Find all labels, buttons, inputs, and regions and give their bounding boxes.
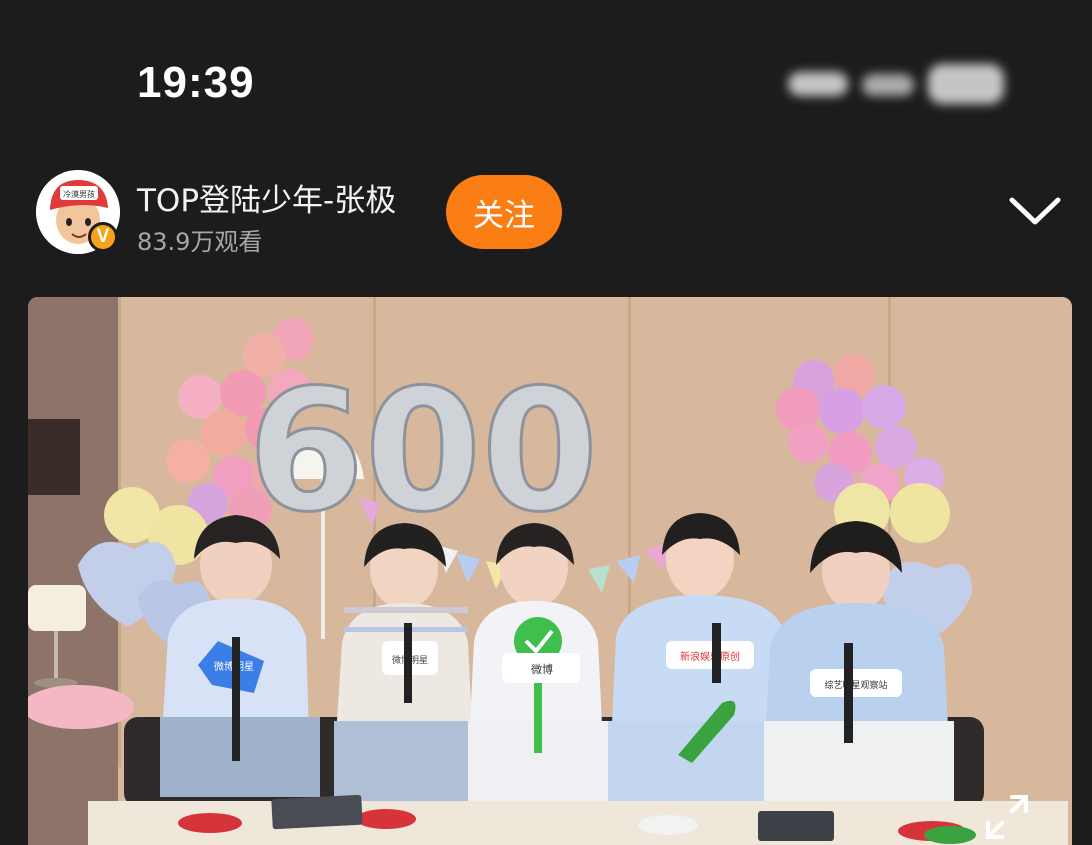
- sign-variety: 综艺明星观察站: [824, 679, 887, 691]
- status-time: 19:39: [137, 58, 255, 107]
- signal-icon: [788, 72, 848, 96]
- video-header: 冷漠男孩 V TOP登陆少年-张极 83.9万观看 关注: [36, 170, 1076, 260]
- follow-button[interactable]: 关注: [446, 175, 562, 249]
- video-player[interactable]: 600 微博 新浪娱乐原创 综艺明星观察站: [28, 297, 1072, 845]
- avatar-cap-text: 冷漠男孩: [63, 189, 95, 199]
- sign-weibo: 微博: [531, 662, 553, 676]
- view-count: 83.9万观看: [137, 228, 263, 256]
- verified-badge-icon: V: [88, 222, 118, 252]
- user-name[interactable]: TOP登陆少年-张极: [137, 175, 396, 220]
- video-frame: 600 微博 新浪娱乐原创 综艺明星观察站: [28, 297, 1072, 845]
- fullscreen-button[interactable]: [982, 791, 1034, 843]
- chevron-down-icon: [1009, 197, 1061, 225]
- expand-icon: [986, 795, 1028, 839]
- status-icons: [780, 62, 1010, 106]
- collapse-button[interactable]: [1008, 190, 1062, 234]
- wifi-icon: [862, 74, 914, 96]
- balloon-number-text: 600: [248, 353, 599, 549]
- battery-icon: [928, 64, 1004, 104]
- balloon-number: 600: [246, 352, 600, 551]
- sign-sina-music: 新浪娱乐原创: [680, 650, 740, 663]
